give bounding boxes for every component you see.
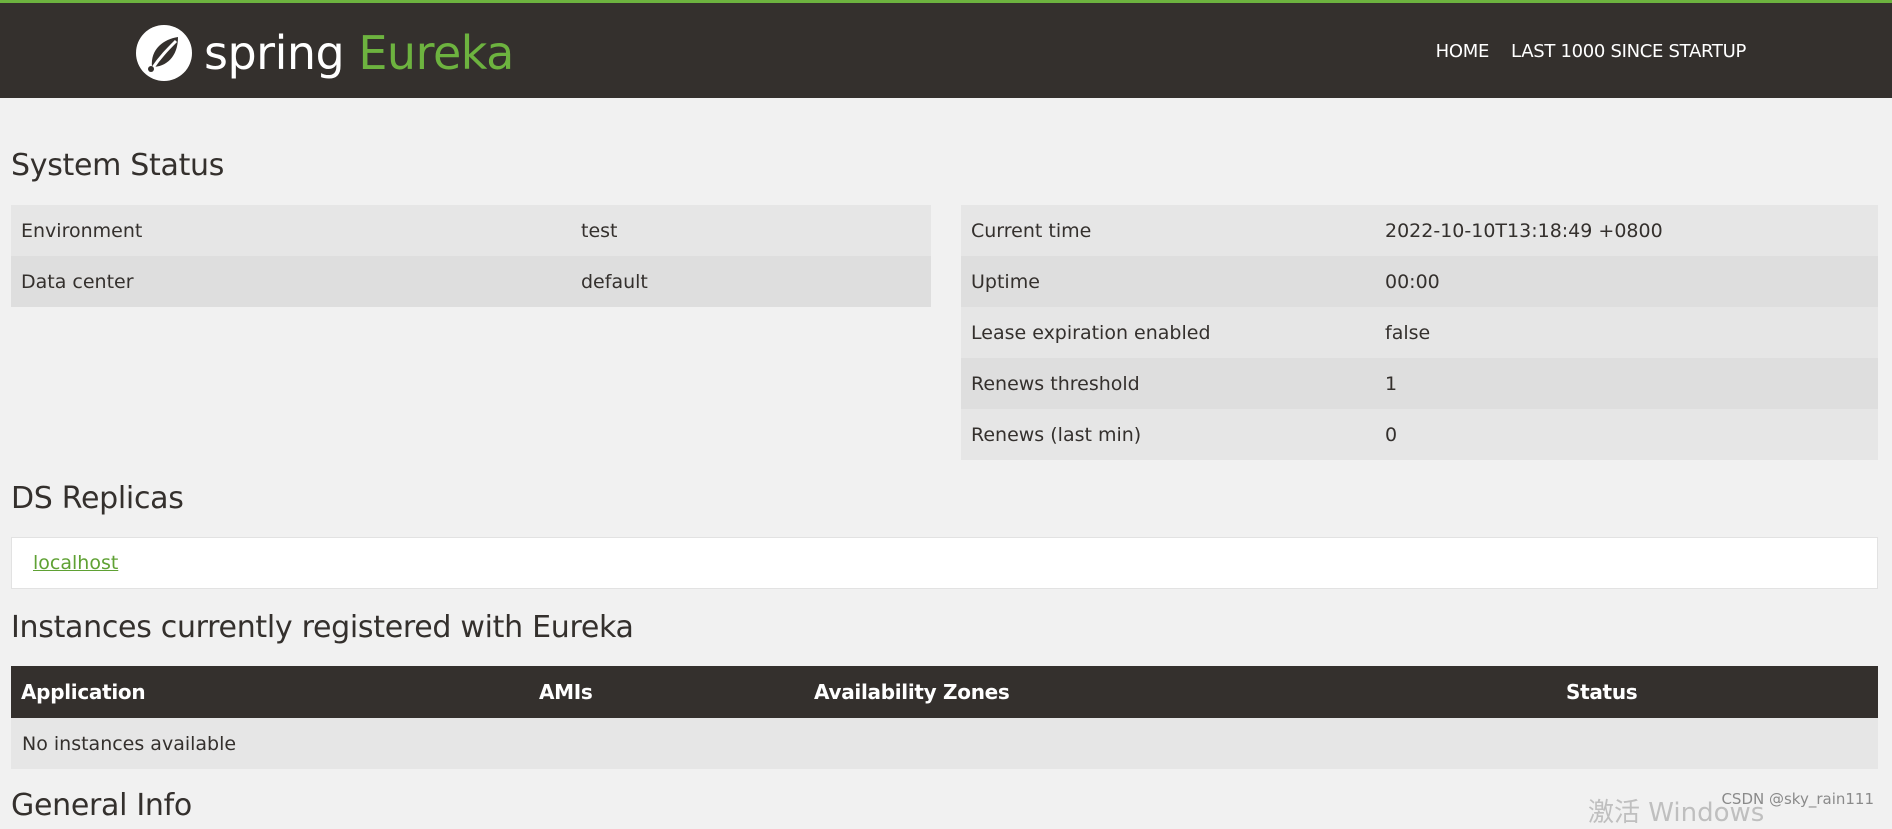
nav-last-1000-link[interactable]: LAST 1000 SINCE STARTUP bbox=[1511, 41, 1746, 62]
row-label: Renews threshold bbox=[971, 372, 1140, 395]
table-row: Data center default bbox=[11, 256, 931, 307]
spring-leaf-icon bbox=[136, 25, 192, 81]
system-status-right-table: Current time 2022-10-10T13:18:49 +0800 U… bbox=[961, 205, 1878, 460]
row-value: 1 bbox=[1385, 372, 1398, 395]
instances-table: Application AMIs Availability Zones Stat… bbox=[11, 666, 1878, 769]
row-label: Environment bbox=[21, 219, 143, 242]
row-value: default bbox=[581, 270, 648, 293]
table-row: Renews threshold 1 bbox=[961, 358, 1878, 409]
ds-replicas-heading: DS Replicas bbox=[11, 481, 184, 516]
table-row: No instances available bbox=[11, 718, 1878, 769]
row-label: Renews (last min) bbox=[971, 423, 1142, 446]
csdn-credit: CSDN @sky_rain111 bbox=[1721, 790, 1874, 808]
nav-menu: HOME LAST 1000 SINCE STARTUP bbox=[1436, 41, 1747, 62]
top-navbar: spring Eureka HOME LAST 1000 SINCE START… bbox=[0, 0, 1892, 98]
row-value: test bbox=[581, 219, 618, 242]
row-label: Current time bbox=[971, 219, 1092, 242]
col-availability-zones: Availability Zones bbox=[814, 680, 1010, 704]
row-label: Uptime bbox=[971, 270, 1040, 293]
col-status: Status bbox=[1566, 680, 1638, 704]
table-row: Environment test bbox=[11, 205, 931, 256]
general-info-heading: General Info bbox=[11, 788, 192, 823]
row-label: Lease expiration enabled bbox=[971, 321, 1211, 344]
table-row: Uptime 00:00 bbox=[961, 256, 1878, 307]
col-amis: AMIs bbox=[539, 680, 593, 704]
logo-eureka: Eureka bbox=[358, 26, 514, 80]
nav-home-link[interactable]: HOME bbox=[1436, 41, 1490, 62]
system-status-heading: System Status bbox=[11, 148, 225, 183]
table-row: Current time 2022-10-10T13:18:49 +0800 bbox=[961, 205, 1878, 256]
ds-replicas-list: localhost bbox=[11, 537, 1878, 589]
table-header: Application AMIs Availability Zones Stat… bbox=[11, 666, 1878, 718]
table-row: Renews (last min) 0 bbox=[961, 409, 1878, 460]
logo-text: spring Eureka bbox=[204, 30, 514, 76]
table-row: Lease expiration enabled false bbox=[961, 307, 1878, 358]
row-value: 0 bbox=[1385, 423, 1398, 446]
row-value: 00:00 bbox=[1385, 270, 1440, 293]
logo-spring: spring bbox=[204, 26, 345, 80]
replica-localhost-link[interactable]: localhost bbox=[33, 552, 118, 574]
row-value: false bbox=[1385, 321, 1431, 344]
col-application: Application bbox=[21, 680, 146, 704]
row-value: 2022-10-10T13:18:49 +0800 bbox=[1385, 219, 1663, 242]
instances-heading: Instances currently registered with Eure… bbox=[11, 610, 634, 645]
spring-eureka-logo[interactable]: spring Eureka bbox=[134, 22, 514, 84]
empty-message: No instances available bbox=[22, 732, 237, 755]
row-label: Data center bbox=[21, 270, 134, 293]
system-status-left-table: Environment test Data center default bbox=[11, 205, 931, 307]
